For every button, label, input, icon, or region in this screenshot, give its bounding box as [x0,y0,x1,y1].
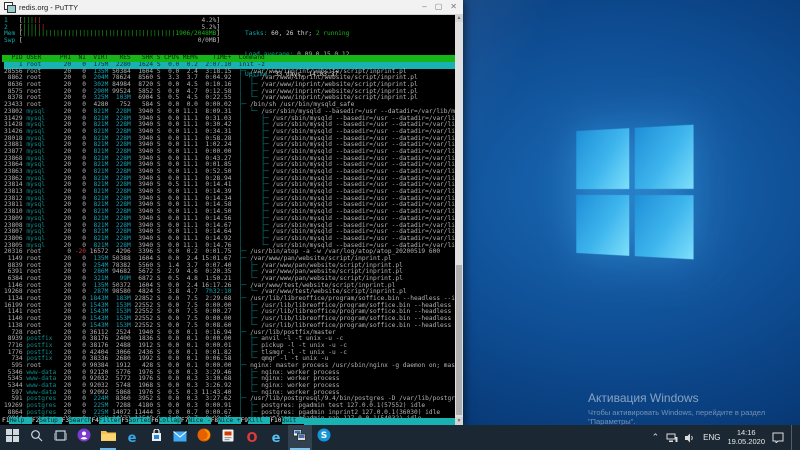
scrollbar-down-icon[interactable]: ▼ [455,417,463,425]
language-indicator[interactable]: ENG [703,433,720,442]
taskbar-ie-icon[interactable]: e [264,425,288,450]
taskbar-docapp-icon[interactable] [216,425,240,450]
taskbar: eOeS ⌃ ENG 14:16 19.05.2020 [0,425,800,450]
putty-icon [293,429,307,447]
fkey-filter[interactable]: F4Filter [91,418,121,425]
store-icon [150,429,163,447]
taskbar-mail-icon[interactable] [168,425,192,450]
maximize-button[interactable]: ▢ [435,3,443,11]
process-table-header[interactable]: PID USER PRI NI VIRT RES SHR S CPU% MEM%… [2,55,455,62]
opera-icon: O [246,429,257,447]
tasks-line: Tasks: 60, 26 thr; 2 running [245,31,349,38]
explorer-icon [101,429,116,447]
swap-meter: Swp [ 0/0MB] [4,38,220,45]
taskbar-putty-icon[interactable] [288,425,312,450]
activation-watermark: Активация Windows Чтобы активировать Win… [588,391,800,426]
people-icon [77,428,91,447]
fkey-bar-fill [304,418,455,425]
fkey-setup[interactable]: F2Setup [32,418,62,425]
taskbar-skype-icon[interactable]: S [312,425,336,450]
scrollbar-thumb[interactable] [456,265,462,415]
putty-window-icon [4,2,15,12]
activation-watermark-title: Активация Windows [588,391,800,405]
scrollbar-up-icon[interactable]: ▲ [455,14,463,22]
activation-watermark-subtitle: Чтобы активировать Windows, перейдите в … [588,408,800,426]
taskbar-start-icon[interactable] [0,425,24,450]
putty-window: redis.org - PuTTY – ▢ ✕ 1 [||||| 4.2%]2 … [0,0,463,425]
taskbar-edge-icon[interactable]: e [120,425,144,450]
minimize-button[interactable]: – [422,3,426,11]
mail-icon [173,429,187,447]
fkey-search[interactable]: F3Search [62,418,92,425]
process-table: 1 root 20 0 175M 2280 1624 S 0.0 0.2 2:0… [4,62,455,418]
putty-window-title: redis.org - PuTTY [19,3,422,12]
windows-logo-pane [635,125,694,189]
taskbar-opera-icon[interactable]: O [240,425,264,450]
taskview-icon [54,429,67,447]
notification-center-icon[interactable] [772,432,784,443]
firefox-icon [197,428,211,447]
fkey-kill[interactable]: F9Kill [241,418,271,425]
fkey-sorted[interactable]: F5Sorted [121,418,151,425]
docapp-icon [222,429,234,447]
taskbar-store-icon[interactable] [144,425,168,450]
fkey-help[interactable]: F1Help [2,418,32,425]
edge-icon: e [128,429,137,447]
clock[interactable]: 14:16 19.05.2020 [727,429,765,446]
function-key-bar: F1Help F2Setup F3SearchF4FilterF5SortedF… [2,418,455,425]
taskbar-explorer-icon[interactable] [96,425,120,450]
tray-chevron-up-icon[interactable]: ⌃ [652,432,660,443]
taskbar-search-icon[interactable] [24,425,48,450]
windows-logo-pane [576,195,629,256]
taskbar-taskview-icon[interactable] [48,425,72,450]
volume-icon[interactable] [685,433,696,443]
htop-meters: 1 [||||| 4.2%]2 [|||||| 5.2%]Mem [||||||… [4,18,220,45]
start-icon [6,429,19,447]
clock-date: 19.05.2020 [727,438,765,447]
fkey-quit[interactable]: F10Quit [270,418,304,425]
search-icon [30,429,43,447]
fkey-nice-[interactable]: F7Nice - [181,418,211,425]
show-desktop-button[interactable] [791,425,796,450]
terminal-scrollbar[interactable]: ▲ ▼ [455,14,463,425]
windows-logo [576,125,693,260]
windows-logo-pane [635,195,694,259]
skype-icon: S [317,428,331,447]
fkey-nice-[interactable]: F8Nice + [211,418,241,425]
svg-text:S: S [321,431,327,441]
terminal-screen[interactable]: 1 [||||| 4.2%]2 [|||||| 5.2%]Mem [||||||… [2,16,455,425]
windows-logo-pane [576,128,629,189]
network-icon[interactable] [666,433,678,443]
close-button[interactable]: ✕ [450,3,457,11]
putty-titlebar[interactable]: redis.org - PuTTY – ▢ ✕ [0,0,463,15]
taskbar-firefox-icon[interactable] [192,425,216,450]
fkey-collap[interactable]: F6Collap [151,418,181,425]
taskbar-people-icon[interactable] [72,425,96,450]
ie-icon: e [272,429,281,447]
